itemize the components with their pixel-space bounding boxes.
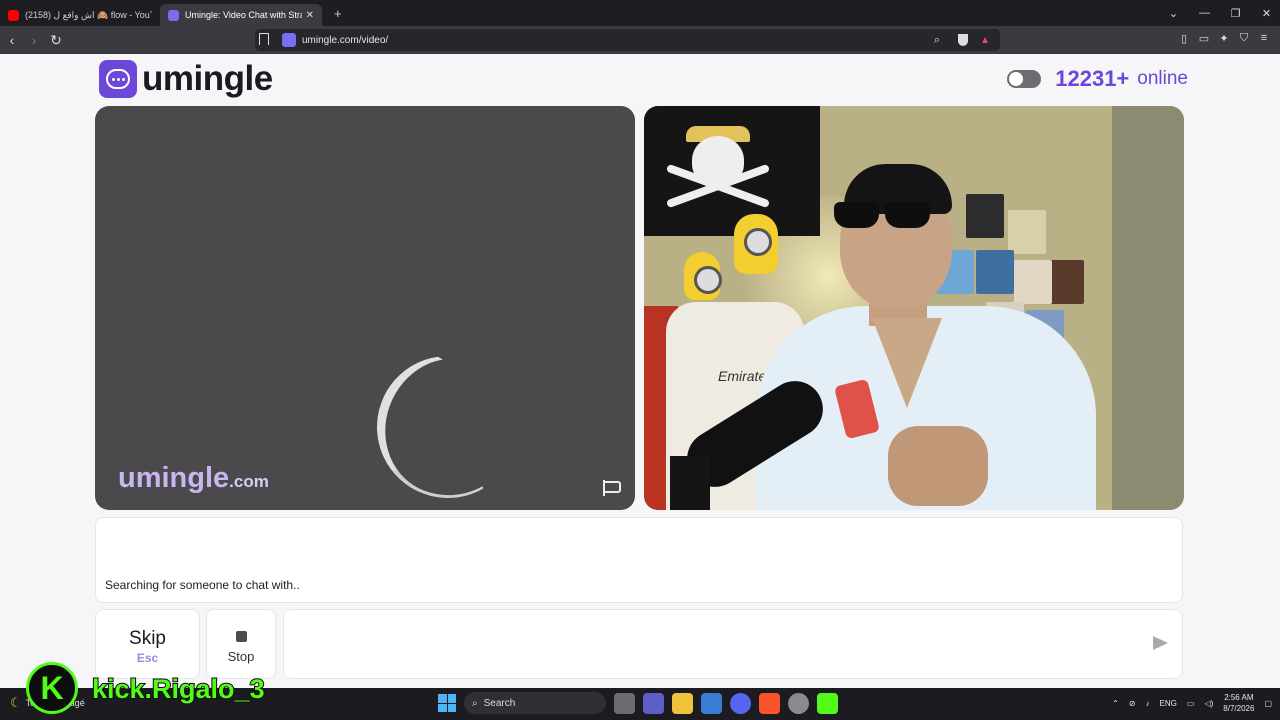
menu-icon[interactable]: ≡ bbox=[1254, 32, 1274, 45]
self-camera-video: Emirates bbox=[644, 106, 1184, 510]
browser-toolbar: ‹ › ↻ umingle.com/video/ ⌕ ▲ ▯ ▭ ✦ ⛉ ≡ bbox=[0, 26, 1280, 54]
kick-handle: kick.Rigalo_3 bbox=[91, 673, 266, 705]
skip-shortcut: Esc bbox=[136, 651, 159, 665]
store-icon[interactable] bbox=[701, 692, 722, 714]
person-hand bbox=[888, 426, 988, 506]
date: 8/7/2026 bbox=[1223, 704, 1255, 713]
send-icon[interactable] bbox=[1153, 636, 1168, 650]
maximize-button[interactable]: ❐ bbox=[1222, 7, 1249, 20]
skip-label: Skip bbox=[129, 628, 166, 649]
volume-icon[interactable]: ◁) bbox=[1204, 699, 1213, 708]
tab-title: (2158) اش واقع ل 🙈 flow - YouTube bbox=[25, 9, 152, 20]
wallet-icon[interactable]: ▭ bbox=[1194, 32, 1214, 45]
sunglasses bbox=[834, 202, 930, 228]
taskbar-apps: ⌕ Search bbox=[438, 692, 838, 714]
moon-icon: ☾ bbox=[10, 695, 22, 710]
task-view-icon[interactable] bbox=[614, 692, 635, 714]
language-indicator[interactable]: ENG bbox=[1160, 699, 1177, 708]
umingle-logo[interactable]: umingle bbox=[99, 59, 273, 99]
minion-toy bbox=[684, 252, 722, 300]
leo-ai-icon[interactable]: ✦ bbox=[1214, 32, 1234, 45]
minion-toy bbox=[734, 214, 778, 274]
new-tab-button[interactable]: + bbox=[334, 6, 342, 21]
browser-tab-bar: (2158) اش واقع ل 🙈 flow - YouTube Umingl… bbox=[0, 0, 1280, 26]
forward-icon[interactable]: › bbox=[24, 32, 44, 48]
discord-icon[interactable] bbox=[730, 692, 751, 714]
stop-icon bbox=[235, 631, 247, 642]
chat-log: Searching for someone to chat with.. bbox=[95, 517, 1183, 603]
sidebar-icon[interactable]: ▯ bbox=[1174, 32, 1194, 45]
chevron-up-icon[interactable]: ⌃ bbox=[1112, 699, 1119, 708]
umingle-watermark: umingle.com bbox=[118, 462, 269, 494]
start-icon[interactable] bbox=[438, 694, 456, 712]
tab-youtube[interactable]: (2158) اش واقع ل 🙈 flow - YouTube bbox=[0, 4, 160, 26]
bookmark-icon[interactable] bbox=[259, 33, 269, 45]
pirate-flag-poster bbox=[644, 106, 820, 236]
time: 2:56 AM bbox=[1224, 693, 1254, 702]
window-controls: ⌄ — ❐ ✕ bbox=[1156, 0, 1280, 26]
stranger-video: umingle.com bbox=[95, 106, 635, 510]
file-explorer-icon[interactable] bbox=[672, 692, 693, 714]
back-icon[interactable]: ‹ bbox=[2, 32, 22, 48]
youtube-icon bbox=[8, 9, 19, 21]
toolbar-right-icons: ▯ ▭ ✦ ⛉ ≡ bbox=[1174, 32, 1274, 45]
loading-spinner bbox=[356, 335, 540, 510]
app-icon[interactable] bbox=[788, 692, 809, 714]
skip-button[interactable]: Skip Esc bbox=[95, 609, 200, 679]
close-window-button[interactable]: ✕ bbox=[1253, 7, 1280, 20]
site-icon bbox=[282, 33, 296, 47]
status-text: Searching for someone to chat with.. bbox=[105, 578, 300, 592]
close-tab-icon[interactable]: ✕ bbox=[306, 10, 314, 21]
minimize-button[interactable]: — bbox=[1191, 7, 1218, 19]
microphone-stand bbox=[670, 456, 710, 510]
chat-bubble-icon bbox=[99, 60, 137, 98]
online-count: 12231+ bbox=[1055, 66, 1130, 91]
network-off-icon[interactable]: ⊘ bbox=[1129, 699, 1136, 708]
tab-umingle[interactable]: Umingle: Video Chat with Strangers ✕ bbox=[160, 4, 322, 26]
reload-icon[interactable]: ↻ bbox=[46, 32, 66, 49]
tab-title: Umingle: Video Chat with Strangers bbox=[185, 10, 302, 20]
notifications-icon[interactable]: ▢ bbox=[1264, 699, 1272, 708]
brave-shield-icon[interactable] bbox=[958, 34, 968, 46]
taskbar-search[interactable]: ⌕ Search bbox=[464, 692, 606, 714]
display-icon[interactable]: ▭ bbox=[1187, 699, 1195, 708]
zoom-icon[interactable]: ⌕ bbox=[934, 34, 940, 47]
vpn-icon[interactable]: ⛉ bbox=[1234, 32, 1254, 45]
online-indicator: 12231+ online bbox=[1007, 66, 1188, 92]
message-input[interactable] bbox=[283, 609, 1183, 679]
teams-icon[interactable] bbox=[643, 692, 664, 714]
brave-rewards-icon[interactable]: ▲ bbox=[980, 35, 990, 46]
search-label: Search bbox=[483, 697, 516, 709]
online-label: online bbox=[1137, 68, 1188, 89]
url-text[interactable]: umingle.com/video/ bbox=[302, 35, 388, 46]
kick-logo-icon: K bbox=[26, 662, 78, 714]
stop-button[interactable]: Stop bbox=[206, 609, 276, 679]
microphone-icon[interactable]: ♪ bbox=[1146, 699, 1150, 708]
kick-app-icon[interactable] bbox=[817, 692, 838, 714]
clock[interactable]: 2:56 AM 8/7/2026 bbox=[1223, 692, 1254, 714]
logo-text: umingle bbox=[142, 59, 273, 98]
tab-list-icon[interactable]: ⌄ bbox=[1160, 7, 1187, 20]
textured-wall bbox=[1112, 106, 1184, 510]
system-tray: ⌃ ⊘ ♪ ENG ▭ ◁) 2:56 AM 8/7/2026 ▢ bbox=[1112, 692, 1272, 714]
search-icon: ⌕ bbox=[472, 697, 478, 709]
flag-icon[interactable] bbox=[603, 480, 621, 496]
stop-label: Stop bbox=[227, 649, 255, 664]
umingle-favicon-icon bbox=[168, 9, 179, 21]
theme-toggle[interactable] bbox=[1007, 70, 1042, 88]
address-bar[interactable]: umingle.com/video/ ⌕ ▲ bbox=[255, 29, 1000, 51]
brave-icon[interactable] bbox=[759, 692, 780, 714]
